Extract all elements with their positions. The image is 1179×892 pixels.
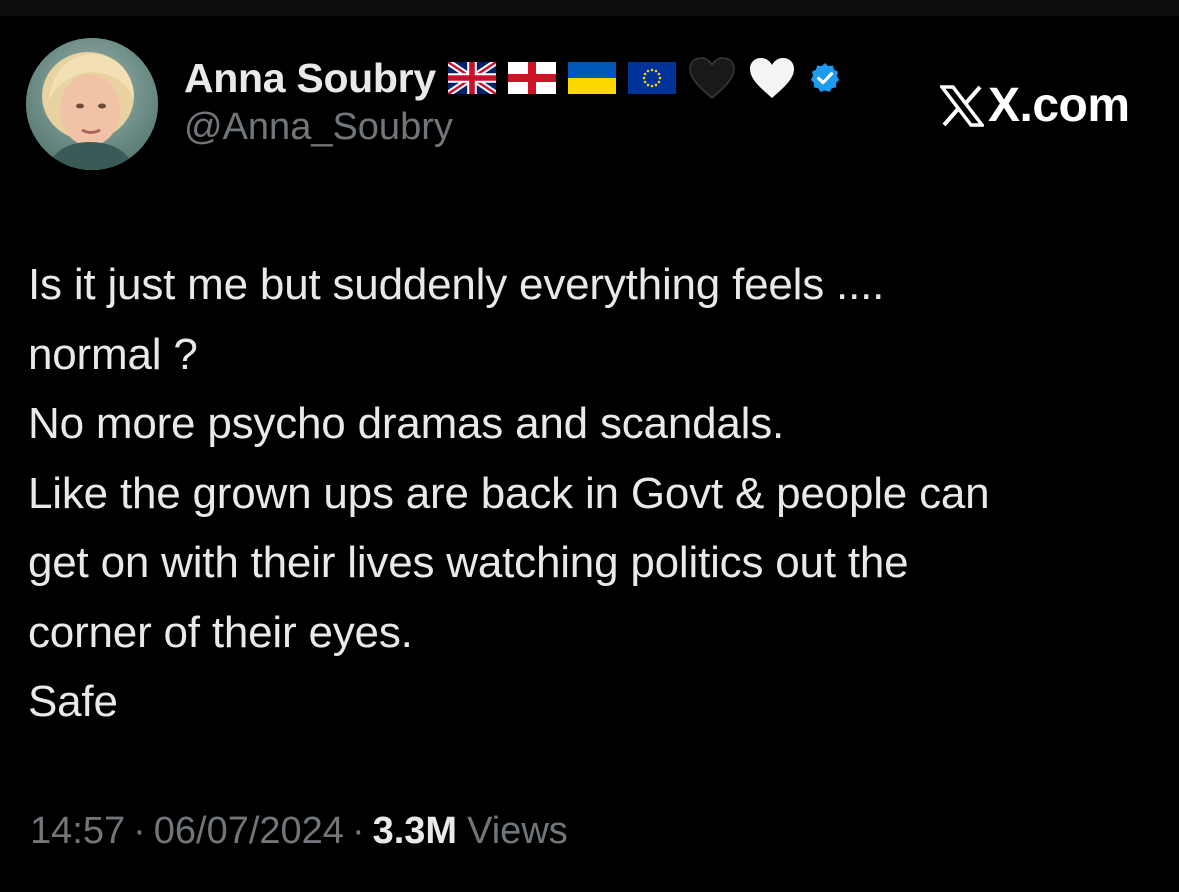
post-text-line: Safe xyxy=(28,677,118,726)
verified-badge-icon xyxy=(808,61,842,95)
black-heart-icon xyxy=(688,56,736,100)
meta-separator: · xyxy=(133,810,146,852)
author-display-name[interactable]: Anna Soubry xyxy=(184,55,436,102)
post-date[interactable]: 06/07/2024 xyxy=(154,810,344,853)
post-text-line: Like the grown ups are back in Govt & pe… xyxy=(28,468,990,518)
avatar[interactable] xyxy=(26,38,158,170)
meta-separator: · xyxy=(351,810,365,852)
post-text-line: get on with their lives watching politic… xyxy=(28,538,909,587)
eu-flag-icon xyxy=(627,62,676,94)
top-edge-strip xyxy=(0,0,1179,16)
views-count[interactable]: 3.3M xyxy=(373,810,457,853)
x-logo-icon xyxy=(940,84,984,127)
author-handle[interactable]: @Anna_Soubry xyxy=(184,106,854,149)
uk-flag-icon xyxy=(447,62,496,94)
white-heart-icon xyxy=(748,56,796,100)
views-label: Views xyxy=(467,810,568,852)
post-text-line: No more psycho dramas and scandals. xyxy=(28,399,785,448)
brand-watermark: X.com xyxy=(940,78,1130,133)
post-text-line: corner of their eyes. xyxy=(28,607,413,657)
author-info: Anna Soubry @Anna_Soubry xyxy=(184,52,854,149)
author-name-row: Anna Soubry xyxy=(184,52,854,104)
author-emoji-row xyxy=(447,56,854,100)
post-text-line: Is it just me but suddenly everything fe… xyxy=(28,260,885,309)
post-header: Anna Soubry @Anna_Soubry X.com xyxy=(26,38,1156,172)
post-meta: 14:57 · 06/07/2024 · 3.3M Views xyxy=(30,810,568,853)
post-text-line: normal ? xyxy=(28,329,198,379)
post-text: Is it just me but suddenly everything fe… xyxy=(28,250,1158,737)
post-time[interactable]: 14:57 xyxy=(30,810,125,853)
ukraine-flag-icon xyxy=(567,62,616,94)
england-flag-icon xyxy=(507,62,556,94)
brand-text: X.com xyxy=(988,79,1130,132)
